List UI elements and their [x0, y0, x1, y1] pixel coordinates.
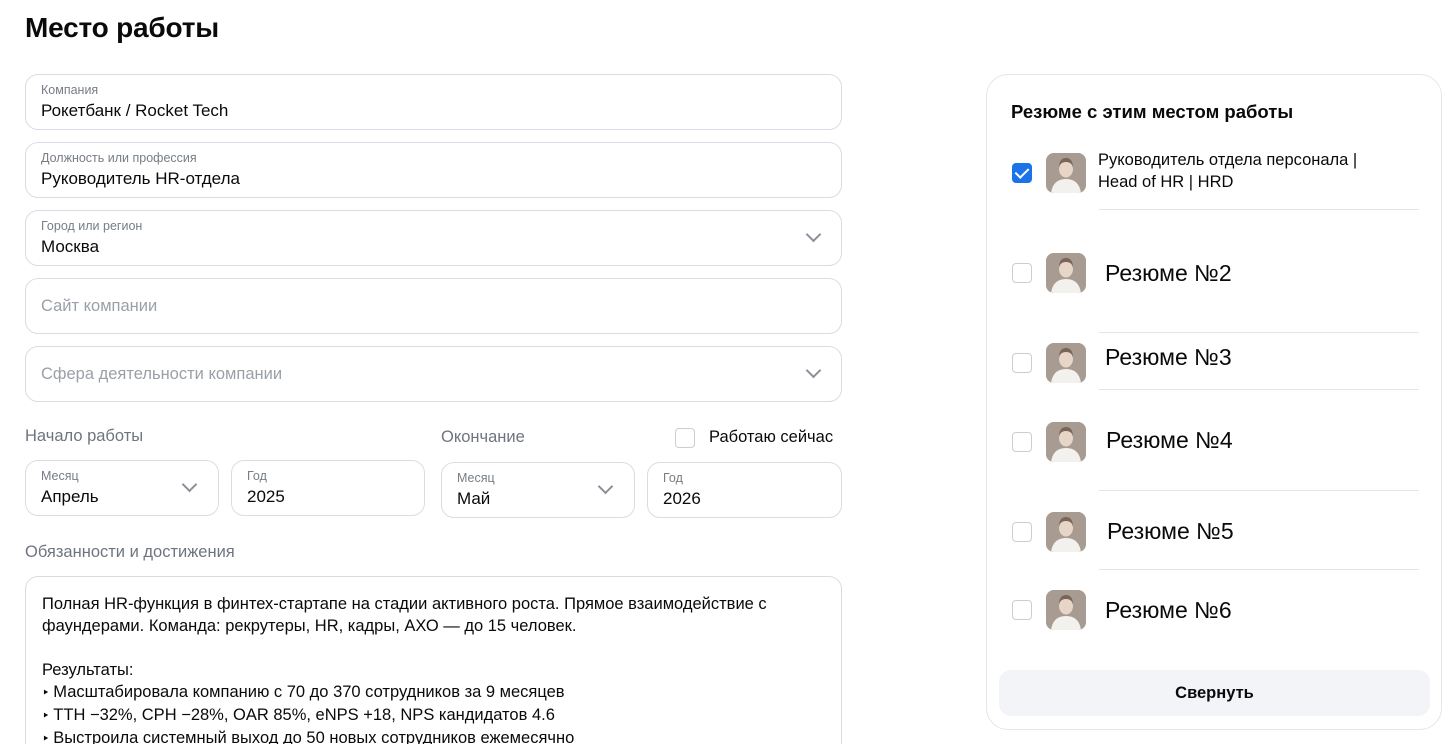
- industry-select[interactable]: Сфера деятельности компании: [25, 346, 842, 402]
- chevron-down-icon[interactable]: [181, 476, 198, 493]
- end-year-field[interactable]: Год 2026: [647, 462, 842, 518]
- avatar: [1046, 153, 1086, 193]
- position-field[interactable]: Должность или профессия Руководитель HR-…: [25, 142, 842, 198]
- resume-title[interactable]: Резюме №5: [1107, 518, 1234, 545]
- position-label: Должность или профессия: [41, 151, 197, 165]
- start-month-value: Апрель: [41, 487, 99, 506]
- divider: [1099, 490, 1419, 491]
- website-placeholder: Сайт компании: [41, 296, 158, 315]
- page-title: Место работы: [25, 12, 219, 43]
- resume-checkbox[interactable]: [1012, 522, 1032, 542]
- duties-bullet: Выстроила системный выход до 50 новых со…: [42, 727, 825, 744]
- end-date-label: Окончание: [441, 428, 525, 446]
- chevron-down-icon[interactable]: [597, 478, 614, 495]
- resume-title[interactable]: Руководитель отдела персонала | Head of …: [1098, 149, 1357, 193]
- duties-textarea[interactable]: Полная HR-функция в финтех-стартапе на с…: [25, 576, 842, 744]
- end-month-label: Месяц: [457, 471, 495, 485]
- resume-checkbox[interactable]: [1012, 263, 1032, 283]
- city-select[interactable]: Город или регион Москва: [25, 210, 842, 266]
- resume-checkbox[interactable]: [1012, 163, 1032, 183]
- resume-title[interactable]: Резюме №6: [1105, 597, 1232, 624]
- resume-checkbox[interactable]: [1012, 600, 1032, 620]
- duties-line: Результаты:: [42, 661, 134, 679]
- divider: [1099, 569, 1419, 570]
- chevron-down-icon[interactable]: [805, 362, 822, 379]
- position-value: Руководитель HR-отдела: [41, 169, 240, 188]
- duties-line: Полная HR-функция в финтех-стартапе на с…: [42, 595, 767, 613]
- working-now-label[interactable]: Работаю сейчас: [709, 428, 833, 447]
- collapse-button[interactable]: Свернуть: [999, 670, 1430, 716]
- start-month-select[interactable]: Месяц Апрель: [25, 460, 219, 516]
- resume-title[interactable]: Резюме №2: [1105, 260, 1232, 287]
- start-year-value: 2025: [247, 487, 285, 506]
- city-value: Москва: [41, 237, 100, 256]
- avatar: [1046, 512, 1086, 552]
- resume-checkbox[interactable]: [1012, 432, 1032, 452]
- end-month-value: Май: [457, 489, 491, 508]
- avatar: [1046, 422, 1086, 462]
- start-year-field[interactable]: Год 2025: [231, 460, 425, 516]
- company-value: Рокетбанк / Rocket Tech: [41, 101, 229, 120]
- website-input[interactable]: Сайт компании: [25, 278, 842, 334]
- start-month-label: Месяц: [41, 469, 79, 483]
- resume-title[interactable]: Резюме №3: [1105, 344, 1232, 371]
- end-year-label: Год: [663, 471, 683, 485]
- industry-placeholder: Сфера деятельности компании: [41, 364, 283, 383]
- end-year-value: 2026: [663, 489, 701, 508]
- avatar: [1046, 253, 1086, 293]
- duties-label: Обязанности и достижения: [25, 543, 235, 561]
- divider: [1099, 332, 1419, 333]
- city-label: Город или регион: [41, 219, 143, 233]
- divider: [1099, 209, 1419, 210]
- divider: [1099, 389, 1419, 390]
- avatar: [1046, 590, 1086, 630]
- duties-bullet: Масштабировала компанию с 70 до 370 сотр…: [42, 681, 825, 704]
- company-field[interactable]: Компания Рокетбанк / Rocket Tech: [25, 74, 842, 130]
- company-label: Компания: [41, 83, 99, 97]
- start-year-label: Год: [247, 469, 267, 483]
- resume-checkbox[interactable]: [1012, 353, 1032, 373]
- resumes-panel-title: Резюме с этим местом работы: [1011, 101, 1294, 122]
- resumes-panel: Резюме с этим местом работы Руководитель…: [986, 74, 1442, 730]
- duties-line: фаундерами. Команда: рекрутеры, HR, кадр…: [42, 617, 577, 635]
- resume-title[interactable]: Резюме №4: [1106, 427, 1233, 454]
- working-now-checkbox[interactable]: [675, 428, 695, 448]
- avatar: [1046, 343, 1086, 383]
- chevron-down-icon[interactable]: [805, 226, 822, 243]
- end-month-select[interactable]: Месяц Май: [441, 462, 635, 518]
- duties-bullet: TTH −32%, CPH −28%, OAR 85%, eNPS +18, N…: [42, 704, 825, 727]
- start-date-label: Начало работы: [25, 427, 144, 445]
